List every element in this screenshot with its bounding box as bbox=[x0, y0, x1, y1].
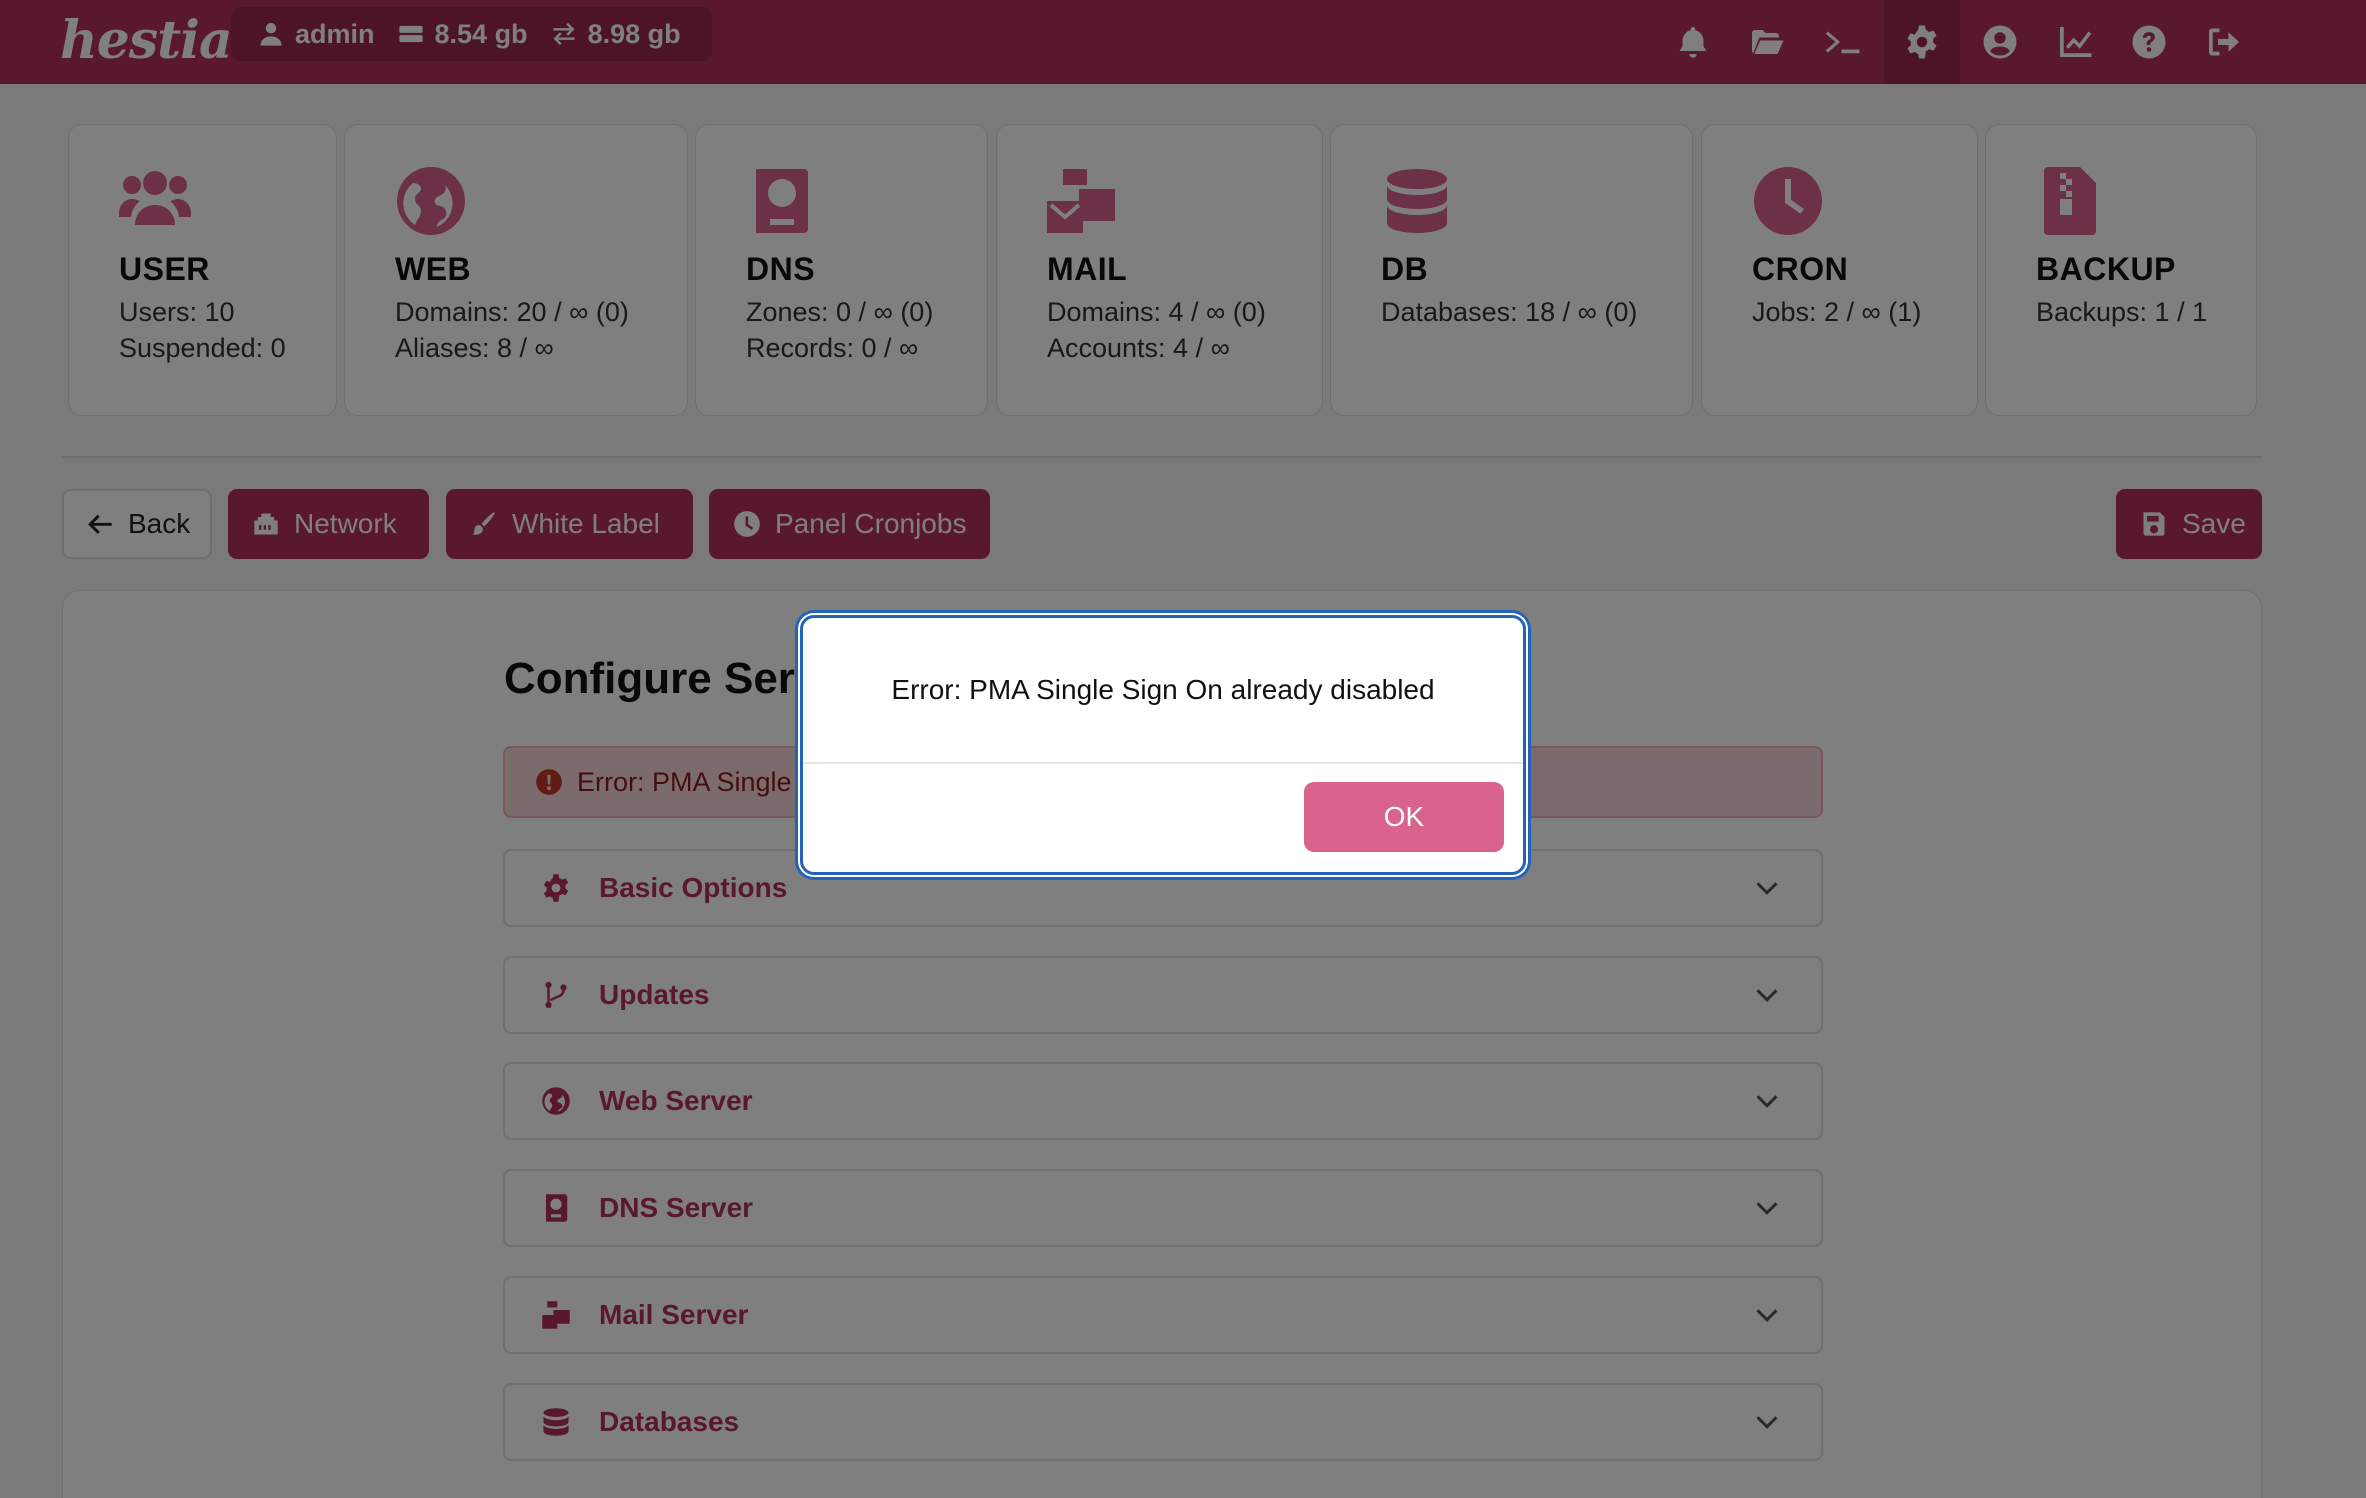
ok-button[interactable]: OK bbox=[1304, 782, 1504, 852]
dialog-message: Error: PMA Single Sign On already disabl… bbox=[891, 674, 1435, 705]
error-dialog: Error: PMA Single Sign On already disabl… bbox=[800, 615, 1526, 875]
dialog-divider bbox=[803, 762, 1523, 764]
